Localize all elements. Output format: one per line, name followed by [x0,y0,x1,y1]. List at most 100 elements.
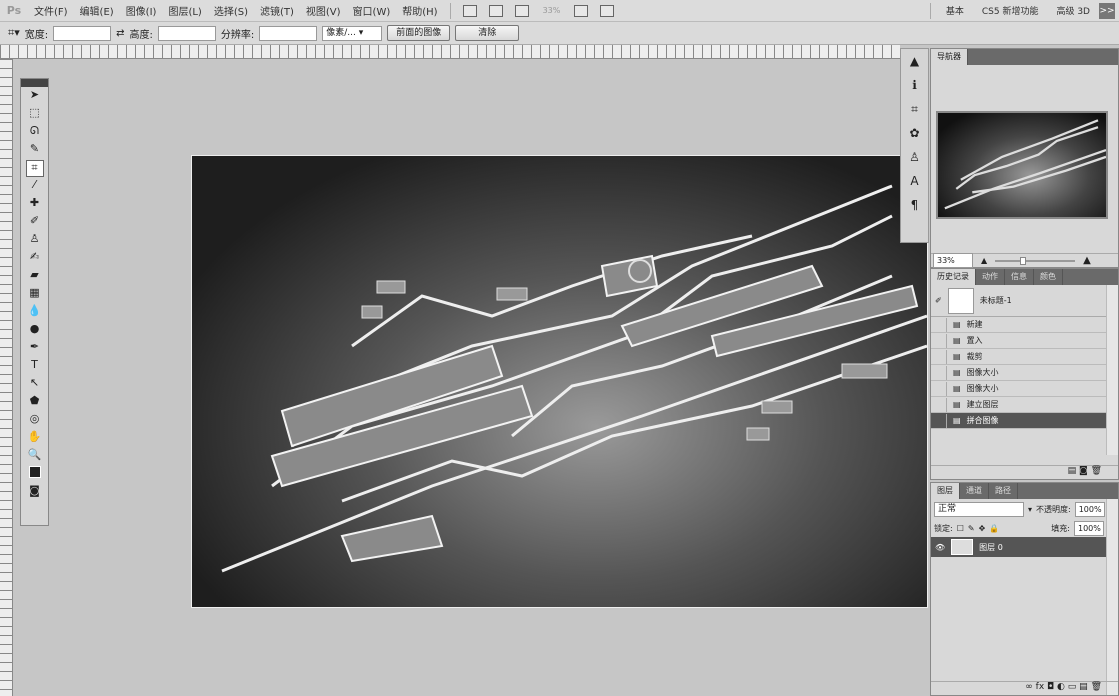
quick-mask-icon[interactable]: ◙ [26,484,44,501]
workspace-essentials[interactable]: 基本 [946,4,964,17]
bridge-icon[interactable] [462,4,477,17]
shape-tool-icon[interactable]: ⬟ [26,394,44,411]
tab-history[interactable]: 历史记录 [931,269,976,285]
delete-layer-icon[interactable]: 🗑 [1091,682,1102,692]
menu-help[interactable]: 帮助(H) [396,3,443,18]
view-extras-icon[interactable] [514,4,529,17]
menu-filter[interactable]: 滤镜(T) [254,3,300,18]
info-icon[interactable]: ℹ [901,73,928,97]
more-workspaces-button[interactable]: >> [1099,2,1115,19]
color-swatches-icon[interactable] [26,466,44,483]
toolbox-header[interactable] [21,79,48,87]
history-item[interactable]: ▤ 裁剪 [931,349,1118,365]
history-item[interactable]: ▤ 置入 [931,333,1118,349]
zoom-tool-icon[interactable]: 🔍 [26,448,44,465]
tab-layers[interactable]: 图层 [931,483,960,499]
history-checkbox[interactable] [935,413,947,428]
eyedropper-tool-icon[interactable]: ⁄ [26,178,44,195]
clone-stamp-tool-icon[interactable]: ♙ [26,232,44,249]
crop-tool-icon[interactable]: ⌗ [25,160,44,177]
move-tool-icon[interactable]: ➤ [26,88,44,105]
layers-scrollbar[interactable] [1106,499,1118,695]
history-item[interactable]: ▤ 新建 [931,317,1118,333]
group-icon[interactable]: ▭ [1068,682,1077,692]
new-layer-icon[interactable]: ▤ [1079,682,1088,692]
menu-edit[interactable]: 编辑(E) [74,3,120,18]
history-checkbox[interactable] [935,397,947,412]
link-icon[interactable]: ∞ [1025,682,1033,692]
mask-icon[interactable]: ◘ [1047,682,1054,692]
type-tool-icon[interactable]: T [26,358,44,375]
resolution-input[interactable] [259,25,318,41]
history-item[interactable]: ▤ 拼合图像 [931,413,1118,429]
tab-actions[interactable]: 动作 [976,269,1005,285]
visibility-eye-icon[interactable]: 👁 [935,543,945,552]
tab-navigator[interactable]: 导航器 [931,49,968,65]
history-checkbox[interactable] [935,365,947,380]
height-input[interactable] [157,25,216,41]
lock-position-icon[interactable]: ✥ [979,524,986,533]
layer-row[interactable]: 👁 图层 0 [931,537,1106,557]
dodge-tool-icon[interactable]: ● [26,322,44,339]
crop-tool-icon[interactable]: ⌗▾ [8,26,20,40]
lock-transparency-icon[interactable]: ☐ [957,524,964,533]
zoom-level[interactable]: 33% [543,6,561,15]
delete-icon[interactable]: 🗑 [1091,466,1102,476]
menu-view[interactable]: 视图(V) [300,3,347,18]
lock-pixels-icon[interactable]: ✎ [968,524,975,533]
fx-icon[interactable]: fx [1036,682,1045,692]
eraser-tool-icon[interactable]: ▰ [26,268,44,285]
swap-icon[interactable]: ⇄ [116,28,124,39]
3d-rotate-tool-icon[interactable]: ◎ [26,412,44,429]
width-input[interactable] [53,25,112,41]
paragraph-icon[interactable]: ¶ [901,193,928,217]
navigator-zoom-input[interactable]: 33% [933,253,973,268]
pen-tool-icon[interactable]: ✒ [26,340,44,357]
clone-source-icon[interactable]: ♙ [901,145,928,169]
fill-input[interactable]: 100% [1074,520,1104,536]
history-item[interactable]: ▤ 图像大小 [931,365,1118,381]
workspace-3d[interactable]: 高级 3D [1056,4,1090,17]
history-brush-tool-icon[interactable]: ✍ [26,250,44,267]
hand-tool-icon[interactable]: ✋ [26,430,44,447]
navigator-thumbnail[interactable] [936,111,1108,219]
new-snapshot-icon[interactable]: ◙ [1079,466,1088,476]
blend-mode-select[interactable]: 正常 [934,501,1024,517]
history-snapshot[interactable]: ✐ 未标题-1 [931,285,1118,317]
lasso-tool-icon[interactable]: ᘏ [26,124,44,141]
history-item[interactable]: ▤ 建立图层 [931,397,1118,413]
history-checkbox[interactable] [935,381,947,396]
arrange-documents-icon[interactable] [574,4,589,17]
workspace-cs5-new[interactable]: CS5 新增功能 [982,4,1039,17]
tab-info[interactable]: 信息 [1005,269,1034,285]
history-checkbox[interactable] [935,317,947,332]
tab-channels[interactable]: 通道 [960,483,989,499]
menu-window[interactable]: 窗口(W) [347,3,397,18]
opacity-input[interactable]: 100% [1074,501,1105,517]
mini-bridge-icon[interactable] [488,4,503,17]
clear-button[interactable]: 清除 [455,25,520,41]
marquee-tool-icon[interactable]: ⬚ [26,106,44,123]
tab-paths[interactable]: 路径 [989,483,1018,499]
character-icon[interactable]: A [901,169,928,193]
menu-select[interactable]: 选择(S) [208,3,254,18]
tool-presets-icon[interactable]: ⌗ [901,97,928,121]
healing-brush-tool-icon[interactable]: ✚ [26,196,44,213]
document-canvas[interactable] [191,155,928,608]
blur-tool-icon[interactable]: 💧 [26,304,44,321]
history-checkbox[interactable] [935,333,947,348]
front-image-button[interactable]: 前面的图像 [387,25,451,41]
screen-mode-icon[interactable] [600,4,615,17]
history-checkbox[interactable] [935,349,947,364]
new-document-icon[interactable]: ▤ [1068,466,1077,476]
adjustment-icon[interactable]: ◐ [1057,682,1065,692]
menu-image[interactable]: 图像(I) [120,3,163,18]
history-scrollbar[interactable] [1106,285,1118,455]
path-select-tool-icon[interactable]: ↖ [26,376,44,393]
menu-file[interactable]: 文件(F) [28,3,74,18]
tab-color[interactable]: 颜色 [1034,269,1063,285]
menu-layer[interactable]: 图层(L) [162,3,207,18]
zoom-in-icon[interactable]: ▲ [1083,255,1091,266]
brush-tool-icon[interactable]: ✐ [26,214,44,231]
brush-presets-icon[interactable]: ✿ [901,121,928,145]
